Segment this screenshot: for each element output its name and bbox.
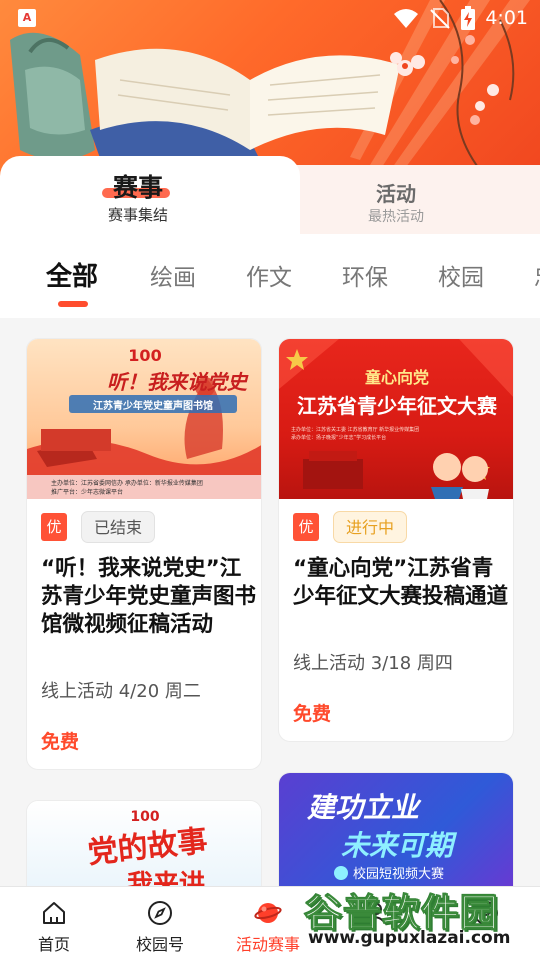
battery-charging-icon [461,6,476,30]
planet-icon [254,903,282,923]
nav-campus[interactable]: 校园号 [110,887,210,960]
poster-footer: 主办单位：江苏省委网信办 承办单位：新华报业传媒集团 [51,479,203,487]
status-indicators: 4:01 [393,5,528,31]
category-active-indicator [58,301,88,307]
event-meta: 线上活动 4/20 周二 [41,681,201,702]
poster-subtitle: 江苏省青少年征文大赛 [297,394,498,418]
event-card-body: 优 已结束 “听！我来说党史”江苏青少年党史童声图书馆微视频征稿活动 线上活动 … [27,499,261,769]
poster-art: 童心向党 江苏省青少年征文大赛 主办单位：江苏省关工委 江苏省教育厅 新华报业传… [279,339,513,499]
category-campus[interactable]: 校园 [438,258,484,292]
poster-headline: 党的故事 [86,824,209,871]
poster-century-text: 100 [130,809,159,825]
poster-art: 100 党的故事 我来讲 [86,809,209,886]
category-environment[interactable]: 环保 [342,258,388,292]
site-watermark: 谷普软件园 www.gupuxlazai.com [298,882,540,960]
tab-competitions-subtitle[interactable]: 赛事集结 [88,204,188,225]
nav-home[interactable]: 首页 [4,887,104,960]
status-bar: A 4:01 [0,0,540,36]
poster-subtitle: 我来讲 [127,870,205,886]
event-poster: 建功立业 未来可期 校园短视频大赛 [279,773,513,886]
event-card[interactable]: 100 听！我来说党史 江苏青少年党史童声图书馆 主办单位：江苏省委网信办 承办… [26,338,262,770]
compass-icon [148,901,172,925]
poster-headline: 童心向党 [365,368,429,387]
event-poster: 100 听！我来说党史 江苏青少年党史童声图书馆 主办单位：江苏省委网信办 承办… [27,339,261,499]
status-badge: 进行中 [333,511,408,543]
category-essay[interactable]: 作文 [246,258,292,292]
category-all[interactable]: 全部 [46,256,98,293]
premium-badge: 优 [41,513,67,541]
poster-art: 建功立业 未来可期 校园短视频大赛 [306,791,458,882]
event-title[interactable]: “听！我来说党史”江苏青少年党史童声图书馆微视频征稿活动 [41,555,259,639]
poster-footer: 校园短视频大赛 [353,866,444,882]
wifi-icon [394,9,419,28]
poster-subtitle: 江苏青少年党史童声图书馆 [93,399,213,412]
event-price: 免费 [41,731,80,753]
watermark-url: www.gupuxlazai.com [308,928,511,948]
poster-art: 100 听！我来说党史 江苏青少年党史童声图书馆 主办单位：江苏省委网信办 承办… [27,346,261,499]
poster-footer-2: 推广平台：少年志微课平台 [51,488,123,496]
clock: 4:01 [485,7,528,29]
poster-footer: 主办单位：江苏省关工委 江苏省教育厅 新华报业传媒集团 [291,426,419,433]
premium-badge: 优 [293,513,319,541]
status-badge: 已结束 [81,511,156,543]
event-price: 免费 [293,703,332,725]
category-painting[interactable]: 绘画 [150,258,196,292]
nav-home-label: 首页 [37,935,70,954]
nav-campus-label: 校园号 [135,935,184,954]
event-poster: 童心向党 江苏省青少年征文大赛 主办单位：江苏省关工委 江苏省教育厅 新华报业传… [279,339,513,499]
category-tabs: 全部 绘画 作文 环保 校园 忠 [0,234,540,318]
poster-footer-2: 承办单位：扬子晚报“少年志”学习成长平台 [291,434,386,441]
poster-century-text: 100 [128,346,161,365]
category-more[interactable]: 忠 [534,258,540,292]
event-meta: 线上活动 3/18 周四 [293,653,453,674]
event-card[interactable]: 100 党的故事 我来讲 [26,800,262,886]
event-poster: 100 党的故事 我来讲 [27,801,261,886]
no-sim-icon [430,8,451,29]
event-card[interactable]: 童心向党 江苏省青少年征文大赛 主办单位：江苏省关工委 江苏省教育厅 新华报业传… [278,338,514,742]
tab-activities-subtitle[interactable]: 最热活动 [346,206,446,226]
poster-headline: 听！我来说党史 [107,370,249,394]
event-card[interactable]: 建功立业 未来可期 校园短视频大赛 [278,772,514,886]
event-card-body: 优 进行中 “童心向党”江苏省青少年征文大赛投稿通道 线上活动 3/18 周四 … [279,499,513,741]
home-icon [43,902,65,924]
main-tabs: 赛事 赛事集结 活动 最热活动 [0,156,540,234]
poster-subtitle: 未来可期 [341,829,458,862]
poster-headline: 建功立业 [306,791,422,824]
app-notification-icon: A [18,9,36,27]
event-list: 100 听！我来说党史 江苏青少年党史童声图书馆 主办单位：江苏省委网信办 承办… [0,318,540,886]
event-title[interactable]: “童心向党”江苏省青少年征文大赛投稿通道 [293,555,511,611]
tab-activities-title[interactable]: 活动 [346,178,446,207]
tab-competitions-title[interactable]: 赛事 [88,168,188,204]
